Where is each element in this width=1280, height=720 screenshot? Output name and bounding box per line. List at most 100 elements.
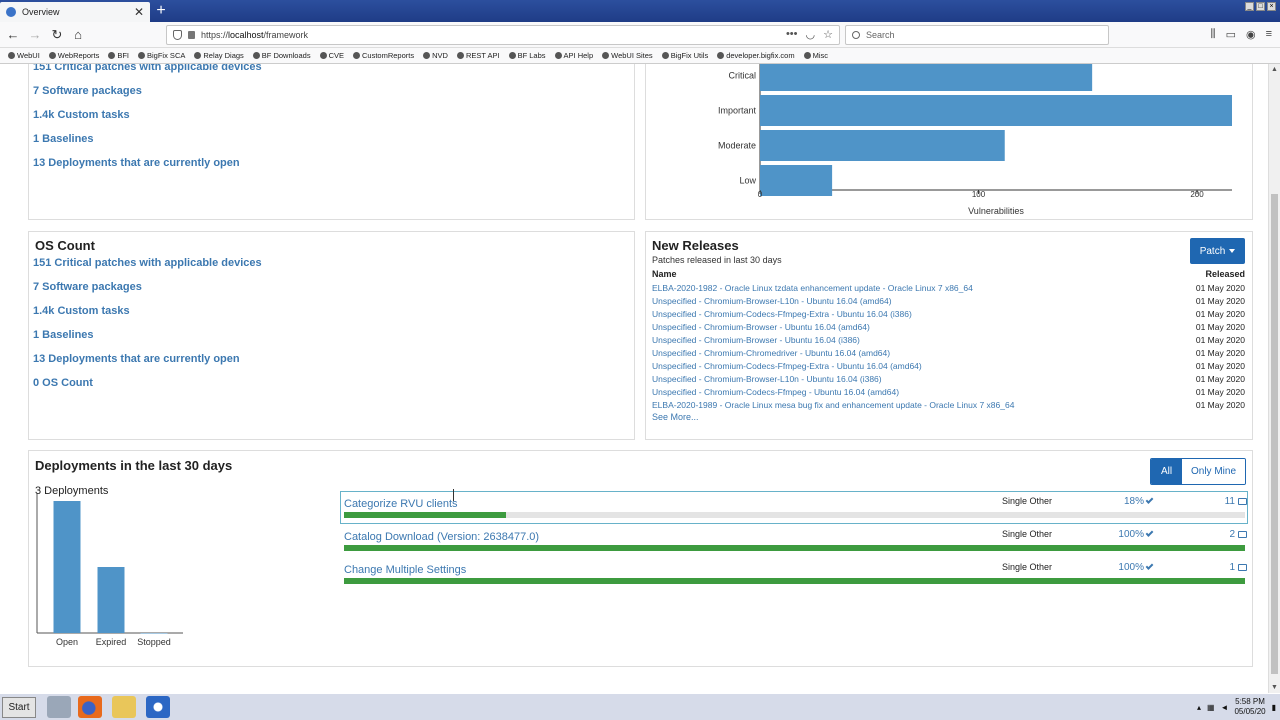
bookmark-item[interactable]: WebReports	[48, 51, 99, 60]
release-name-link[interactable]: Unspecified - Chromium-Codecs-Ffmpeg-Ext…	[652, 361, 922, 371]
release-name-link[interactable]: ELBA-2020-1982 - Oracle Linux tzdata enh…	[652, 283, 973, 293]
release-name-link[interactable]: Unspecified - Chromium-Chromedriver - Ub…	[652, 348, 890, 358]
deployment-row[interactable]: Categorize RVU clients Single Other 18% 11	[340, 491, 1248, 524]
home-icon[interactable]: ⌂	[69, 26, 87, 44]
bookmark-star-icon[interactable]: ☆	[823, 28, 833, 41]
release-name-link[interactable]: ELBA-2020-1989 - Oracle Linux mesa bug f…	[652, 400, 1014, 410]
close-window-icon[interactable]: ×	[1267, 2, 1276, 11]
bookmark-item[interactable]: REST API	[456, 51, 500, 60]
see-more-link[interactable]: See More...	[652, 412, 699, 422]
back-arrow-icon[interactable]: ←	[4, 26, 22, 44]
tracking-shield-icon[interactable]	[173, 30, 182, 40]
table-row: Unspecified - Chromium-Chromedriver - Ub…	[652, 347, 1245, 360]
summary-link[interactable]: 1 Baselines	[33, 327, 262, 351]
page-actions-icon[interactable]: •••	[786, 28, 798, 41]
bookmark-item[interactable]: Misc	[803, 51, 828, 60]
severity-bar[interactable]	[760, 95, 1232, 126]
progress-track	[344, 512, 1245, 518]
summary-link[interactable]: 0 OS Count	[33, 375, 262, 399]
summary-link[interactable]: 7 Software packages	[33, 279, 262, 303]
bookmark-item[interactable]: developer.bigfix.com	[717, 51, 795, 60]
show-desktop-icon[interactable]: ▮	[1272, 703, 1276, 712]
server-manager-icon[interactable]	[47, 696, 71, 718]
patch-dropdown-button[interactable]: Patch	[1190, 238, 1245, 264]
device-count-value: 11	[1224, 496, 1235, 507]
close-tab-icon[interactable]: ✕	[134, 5, 144, 19]
minimize-icon[interactable]: _	[1245, 2, 1254, 11]
summary-link[interactable]: 1 Baselines	[33, 131, 262, 155]
scrollbar-thumb[interactable]	[1271, 194, 1278, 674]
sidebar-icon[interactable]: ▭	[1226, 28, 1236, 41]
release-name-link[interactable]: Unspecified - Chromium-Browser - Ubuntu …	[652, 335, 860, 345]
filter-all-button[interactable]: All	[1151, 459, 1182, 484]
filter-only-mine-button[interactable]: Only Mine	[1182, 459, 1245, 484]
library-icon[interactable]: ⫼	[1211, 28, 1216, 41]
severity-bar[interactable]	[760, 165, 833, 196]
bookmark-item[interactable]: BigFix SCA	[138, 51, 185, 60]
summary-link[interactable]: 7 Software packages	[33, 83, 262, 107]
deployment-row[interactable]: Catalog Download (Version: 2638477.0) Sin…	[340, 524, 1248, 557]
deployment-name-link[interactable]: Catalog Download (Version: 2638477.0)	[344, 531, 539, 543]
network-icon[interactable]: ▦	[1207, 703, 1215, 712]
column-header-name[interactable]: Name	[652, 269, 677, 279]
navigation-bar: ← → ↻ ⌂ https://localhost/framework ••• …	[0, 22, 1280, 48]
summary-link[interactable]: 13 Deployments that are currently open	[33, 155, 262, 179]
reload-icon[interactable]: ↻	[48, 26, 66, 44]
release-name-link[interactable]: Unspecified - Chromium-Browser-L10n - Ub…	[652, 296, 892, 306]
deployment-name-link[interactable]: Change Multiple Settings	[344, 564, 466, 576]
clock[interactable]: 5:58 PM 05/05/20	[1234, 697, 1265, 717]
release-name-link[interactable]: Unspecified - Chromium-Browser-L10n - Ub…	[652, 374, 882, 384]
menu-icon[interactable]: ≡	[1266, 28, 1272, 41]
summary-link[interactable]: 151 Critical patches with applicable dev…	[33, 64, 262, 83]
bookmark-item[interactable]: WebUI	[8, 51, 40, 60]
lock-icon[interactable]	[188, 31, 195, 39]
maximize-icon[interactable]: □	[1256, 2, 1265, 11]
bookmarks-toolbar: WebUI WebReports BFI BigFix SCA Relay Diags B…	[0, 48, 1280, 64]
severity-bar[interactable]	[760, 64, 1093, 91]
bookmark-item[interactable]: WebUI Sites	[602, 51, 653, 60]
release-date: 01 May 2020	[1195, 309, 1245, 319]
summary-link[interactable]: 13 Deployments that are currently open	[33, 351, 262, 375]
bookmark-label: developer.bigfix.com	[726, 51, 795, 60]
url-bar[interactable]: https://localhost/framework ••• ◡ ☆	[166, 25, 840, 45]
summary-link[interactable]: 1.4k Custom tasks	[33, 107, 262, 131]
deployment-status-bar[interactable]	[97, 567, 125, 633]
summary-link[interactable]: 1.4k Custom tasks	[33, 303, 262, 327]
bookmark-item[interactable]: CVE	[319, 51, 344, 60]
pocket-icon[interactable]: ◡	[806, 28, 816, 41]
file-explorer-icon[interactable]	[112, 696, 136, 718]
bookmark-item[interactable]: BF Labs	[508, 51, 546, 60]
bookmark-item[interactable]: CustomReports	[353, 51, 414, 60]
search-input[interactable]: Search	[845, 25, 1109, 45]
bookmark-item[interactable]: BF Downloads	[252, 51, 311, 60]
volume-icon[interactable]: ◄	[1221, 703, 1229, 712]
bookmark-item[interactable]: NVD	[423, 51, 448, 60]
bookmark-item[interactable]: BFI	[108, 51, 129, 60]
release-name-link[interactable]: Unspecified - Chromium-Browser - Ubuntu …	[652, 322, 870, 332]
deployment-status-bar[interactable]	[53, 501, 81, 633]
deployment-name-link[interactable]: Categorize RVU clients	[344, 498, 458, 510]
firefox-icon[interactable]	[78, 696, 102, 718]
column-header-released[interactable]: Released	[1205, 269, 1245, 279]
deployment-status-bar[interactable]	[140, 633, 168, 634]
deployment-row[interactable]: Change Multiple Settings Single Other 100%…	[340, 557, 1248, 590]
severity-bar[interactable]	[760, 130, 1005, 161]
bookmark-favicon-icon	[8, 52, 15, 59]
new-tab-button[interactable]: +	[154, 2, 168, 20]
bookmark-item[interactable]: BigFix Utils	[661, 51, 708, 60]
tray-expand-icon[interactable]: ▴	[1197, 703, 1201, 712]
bookmark-item[interactable]: API Help	[554, 51, 593, 60]
table-row: Unspecified - Chromium-Browser-L10n - Ub…	[652, 373, 1245, 386]
page-scrollbar[interactable]: ▲ ▼	[1268, 64, 1280, 693]
start-button[interactable]: Start	[2, 697, 36, 718]
summary-link[interactable]: 151 Critical patches with applicable dev…	[33, 255, 262, 279]
account-icon[interactable]: ◉	[1246, 28, 1256, 41]
release-name-link[interactable]: Unspecified - Chromium-Codecs-Ffmpeg-Ext…	[652, 309, 912, 319]
scroll-up-icon[interactable]: ▲	[1271, 66, 1278, 73]
scroll-down-icon[interactable]: ▼	[1271, 684, 1278, 691]
bookmark-item[interactable]: Relay Diags	[194, 51, 244, 60]
browser-tab[interactable]: Overview ✕	[0, 2, 150, 22]
release-name-link[interactable]: Unspecified - Chromium-Codecs-Ffmpeg - U…	[652, 387, 899, 397]
bigfix-console-icon[interactable]	[146, 696, 170, 718]
forward-arrow-icon[interactable]: →	[26, 26, 44, 44]
